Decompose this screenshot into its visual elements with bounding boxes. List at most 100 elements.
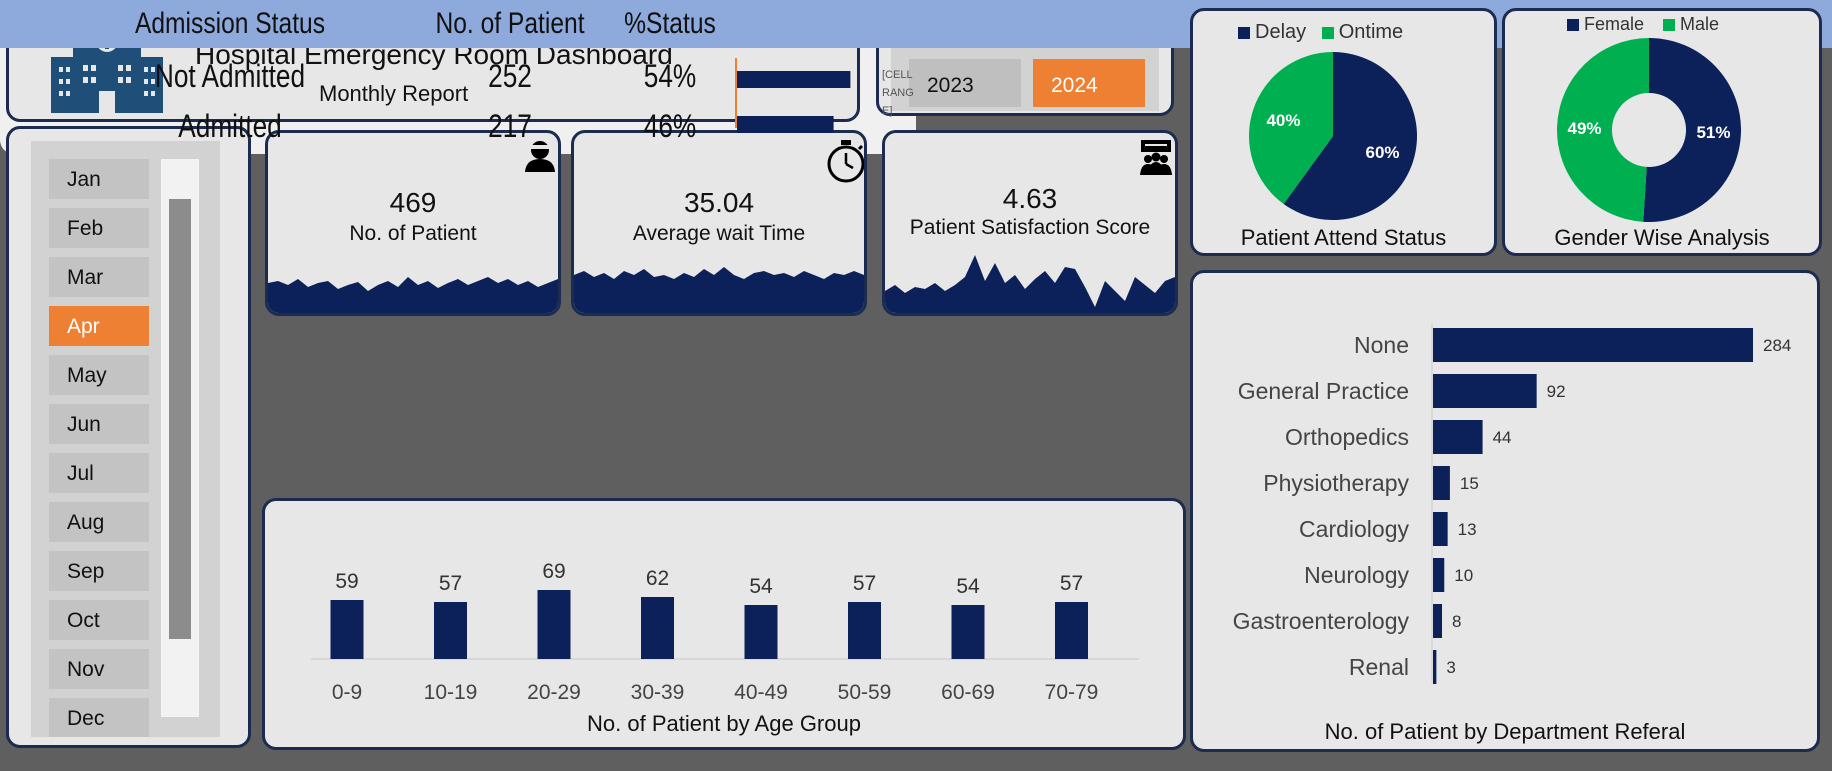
kpi-wait-sparkline: [574, 267, 864, 313]
age-bar: [537, 590, 571, 659]
kpi-satisfaction-sparkline: [885, 255, 1175, 313]
month-button-dec[interactable]: Dec: [49, 698, 149, 737]
dept-bar-value: 10: [1454, 566, 1473, 585]
kpi-wait-label: Average wait Time: [632, 222, 806, 245]
kpi-satisfaction-label: Patient Satisfaction Score: [909, 216, 1151, 239]
month-button-mar[interactable]: Mar: [49, 257, 149, 297]
age-tick-label: 70-79: [1045, 681, 1099, 704]
age-bar-value: 57: [1060, 572, 1083, 595]
age-bar: [330, 600, 364, 659]
dept-category-label: Cardiology: [1299, 516, 1409, 542]
dept-bar: [1433, 512, 1448, 546]
kpi-patients-sparkline: [268, 277, 558, 313]
month-button-aug[interactable]: Aug: [49, 502, 149, 542]
dept-bar: [1433, 374, 1537, 408]
month-button-may[interactable]: May: [49, 355, 149, 395]
age-tick-label: 60-69: [941, 681, 995, 704]
month-slicer: Jan Feb Mar Apr May Jun Jul Aug Sep Oct …: [6, 126, 251, 748]
month-button-jun[interactable]: Jun: [49, 404, 149, 444]
admission-cellrange-label: [CELLRANGE]: [882, 69, 914, 117]
age-bar: [641, 597, 674, 659]
age-tick-label: 40-49: [734, 681, 788, 704]
age-tick-label: 50-59: [838, 681, 892, 704]
attend-chart-title: Patient Attend Status: [1240, 225, 1447, 250]
age-bar-value: 62: [646, 567, 669, 590]
legend-female-swatch: [1567, 19, 1579, 32]
legend-delay: Delay: [1255, 21, 1307, 43]
dept-category-label: General Practice: [1238, 378, 1409, 404]
month-button-feb[interactable]: Feb: [49, 208, 149, 248]
dept-bar-value: 3: [1446, 658, 1455, 677]
age-bar-value: 69: [542, 560, 565, 583]
age-tick-label: 0-9: [332, 681, 362, 704]
month-button-jan[interactable]: Jan: [49, 159, 149, 199]
month-scrollbar-thumb[interactable]: [169, 199, 191, 639]
kpi-patients-label: No. of Patient: [349, 222, 477, 245]
month-scrollbar[interactable]: [161, 159, 199, 717]
dept-bar-value: 284: [1763, 336, 1791, 355]
kpi-patients-value: 469: [389, 187, 437, 218]
month-button-apr[interactable]: Apr: [49, 306, 149, 346]
age-tick-label: 10-19: [424, 681, 478, 704]
kpi-patients-card: 469 No. of Patient: [265, 130, 561, 316]
month-button-jul[interactable]: Jul: [49, 453, 149, 493]
dept-bar-value: 15: [1460, 474, 1479, 493]
dept-category-label: Neurology: [1304, 562, 1409, 588]
age-bar: [951, 605, 985, 659]
admission-header-status: Admission Status: [134, 7, 326, 40]
age-bar-value: 57: [853, 572, 876, 595]
admission-row-count: 217: [488, 108, 532, 144]
dept-chart-title: No. of Patient by Department Referal: [1325, 719, 1686, 744]
age-bar: [744, 605, 778, 659]
dept-bar: [1433, 650, 1437, 684]
gender-label: 49%: [1568, 119, 1602, 138]
age-bar: [434, 602, 467, 659]
legend-ontime: Ontime: [1338, 21, 1404, 43]
kpi-wait-card: 35.04 Average wait Time: [571, 130, 867, 316]
gender-chart-title: Gender Wise Analysis: [1554, 225, 1770, 250]
dept-bar: [1433, 466, 1450, 500]
gender-donut-chart: 51% 49%: [1557, 38, 1741, 223]
admission-row-status: Admitted: [178, 108, 282, 144]
age-bar-value: 59: [335, 570, 358, 593]
age-bar: [1055, 602, 1088, 659]
dept-bar: [1433, 328, 1753, 362]
kpi-wait-value: 35.04: [683, 187, 755, 218]
department-referral-panel: 284 None 92 General Practice 44 Orthopedics 15…: [1190, 270, 1820, 752]
attend-legend: Delay Ontime: [1238, 21, 1403, 44]
year-button-2023[interactable]: 2023: [909, 59, 1021, 107]
gender-legend: Female Male: [1567, 14, 1719, 35]
admission-row-status: Not Admitted: [154, 58, 306, 94]
age-tick-label: 30-39: [631, 681, 685, 704]
month-slicer-body: Jan Feb Mar Apr May Jun Jul Aug Sep Oct …: [31, 141, 220, 737]
gender-label: 51%: [1696, 123, 1730, 142]
group-feedback-icon: [1140, 140, 1172, 175]
attend-label: 60%: [1366, 143, 1400, 162]
age-group-chart: 59 0-9 57 10-19 69 20-29 62 30-39 54 40-49 57 50-59…: [311, 560, 1139, 736]
month-button-nov[interactable]: Nov: [49, 649, 149, 689]
year-button-2024[interactable]: 2024: [1033, 59, 1145, 107]
month-button-sep[interactable]: Sep: [49, 551, 149, 591]
admission-bar-not-admitted: [737, 71, 851, 88]
admission-status-table: Admission Status No. of Patient %Status …: [0, 0, 1832, 154]
dept-bar: [1433, 420, 1483, 454]
admission-row-count: 252: [488, 58, 532, 94]
dept-category-label: Physiotherapy: [1263, 470, 1409, 496]
age-group-chart-panel: 59 0-9 57 10-19 69 20-29 62 30-39 54 40-49 57 50-59…: [262, 498, 1186, 750]
legend-male: Male: [1680, 14, 1720, 34]
age-bar-value: 54: [956, 575, 980, 598]
admission-bar-admitted: [737, 116, 834, 133]
legend-female: Female: [1584, 14, 1645, 34]
attend-pie-chart: 60% 40%: [1249, 52, 1417, 220]
dept-category-label: Renal: [1349, 654, 1409, 680]
dept-category-label: Gastroenterology: [1233, 608, 1410, 634]
legend-delay-swatch: [1238, 26, 1250, 39]
dept-bar-value: 92: [1547, 382, 1566, 401]
dept-bar-value: 44: [1493, 428, 1512, 447]
age-bar-value: 54: [749, 575, 773, 598]
legend-male-swatch: [1663, 19, 1676, 32]
admission-row-pct: 46%: [643, 108, 697, 144]
month-button-oct[interactable]: Oct: [49, 600, 149, 640]
gender-panel: Female Male 51% 49% Gender Wise Analysis: [1502, 8, 1822, 256]
age-tick-label: 20-29: [527, 681, 581, 704]
